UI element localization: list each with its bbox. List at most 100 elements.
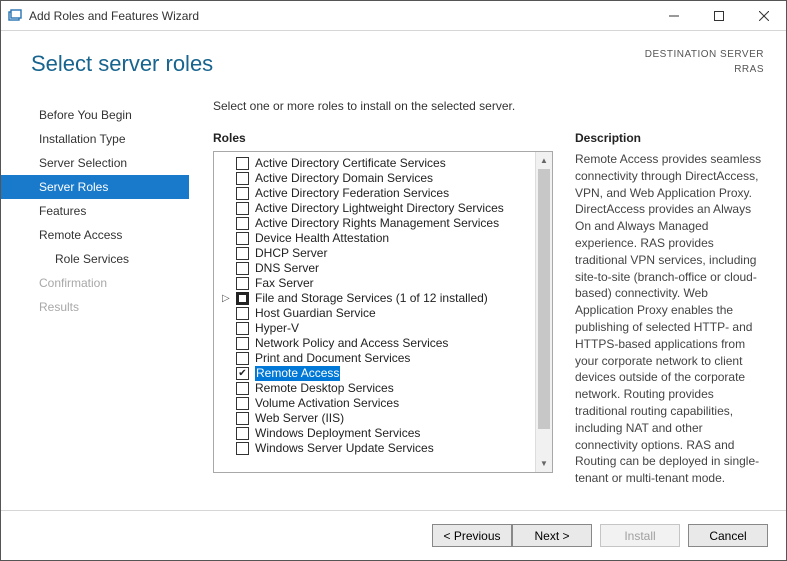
role-checkbox[interactable] bbox=[236, 217, 249, 230]
role-checkbox[interactable] bbox=[236, 262, 249, 275]
maximize-button[interactable] bbox=[696, 1, 741, 30]
role-label: Active Directory Certificate Services bbox=[255, 156, 446, 171]
nav-item: Confirmation bbox=[1, 271, 189, 295]
scrollbar[interactable]: ▲ ▼ bbox=[535, 152, 552, 472]
role-label: Windows Server Update Services bbox=[255, 441, 434, 456]
scroll-down-button[interactable]: ▼ bbox=[536, 455, 552, 472]
nav-item[interactable]: Features bbox=[1, 199, 189, 223]
role-checkbox[interactable] bbox=[236, 172, 249, 185]
role-checkbox[interactable] bbox=[236, 202, 249, 215]
role-checkbox[interactable] bbox=[236, 442, 249, 455]
roles-column: Roles Active Directory Certificate Servi… bbox=[213, 131, 553, 510]
description-column: Description Remote Access provides seaml… bbox=[575, 131, 766, 510]
role-row[interactable]: Volume Activation Services bbox=[214, 396, 535, 411]
role-checkbox[interactable] bbox=[236, 187, 249, 200]
nav-item[interactable]: Role Services bbox=[1, 247, 189, 271]
nav-item[interactable]: Remote Access bbox=[1, 223, 189, 247]
role-row[interactable]: Active Directory Lightweight Directory S… bbox=[214, 201, 535, 216]
role-row[interactable]: Print and Document Services bbox=[214, 351, 535, 366]
role-label: Active Directory Rights Management Servi… bbox=[255, 216, 499, 231]
role-label: Active Directory Domain Services bbox=[255, 171, 433, 186]
role-label: Fax Server bbox=[255, 276, 314, 291]
nav-item: Results bbox=[1, 295, 189, 319]
role-row[interactable]: Active Directory Domain Services bbox=[214, 171, 535, 186]
close-button[interactable] bbox=[741, 1, 786, 30]
role-label: Host Guardian Service bbox=[255, 306, 376, 321]
role-row[interactable]: Host Guardian Service bbox=[214, 306, 535, 321]
role-row[interactable]: Web Server (IIS) bbox=[214, 411, 535, 426]
description-label: Description bbox=[575, 131, 766, 145]
instruction-text: Select one or more roles to install on t… bbox=[213, 99, 766, 113]
role-checkbox[interactable] bbox=[236, 157, 249, 170]
window-title: Add Roles and Features Wizard bbox=[29, 9, 199, 23]
roles-label: Roles bbox=[213, 131, 553, 145]
role-row[interactable]: Windows Server Update Services bbox=[214, 441, 535, 456]
role-row[interactable]: Remote Access bbox=[214, 366, 535, 381]
nav-item[interactable]: Server Selection bbox=[1, 151, 189, 175]
role-checkbox[interactable] bbox=[236, 277, 249, 290]
scroll-track[interactable] bbox=[536, 169, 552, 455]
role-label: File and Storage Services (1 of 12 insta… bbox=[255, 291, 488, 306]
role-checkbox[interactable] bbox=[236, 367, 249, 380]
role-label: Windows Deployment Services bbox=[255, 426, 420, 441]
wizard-header: Select server roles DESTINATION SERVER R… bbox=[1, 31, 786, 97]
role-checkbox[interactable] bbox=[236, 337, 249, 350]
scroll-thumb[interactable] bbox=[538, 169, 550, 429]
role-checkbox[interactable] bbox=[236, 382, 249, 395]
nav-item[interactable]: Before You Begin bbox=[1, 103, 189, 127]
nav-item[interactable]: Installation Type bbox=[1, 127, 189, 151]
role-row[interactable]: DNS Server bbox=[214, 261, 535, 276]
role-label: DNS Server bbox=[255, 261, 319, 276]
role-label: Active Directory Lightweight Directory S… bbox=[255, 201, 504, 216]
role-checkbox[interactable] bbox=[236, 412, 249, 425]
wizard-content: Before You BeginInstallation TypeServer … bbox=[1, 97, 786, 510]
role-row[interactable]: Remote Desktop Services bbox=[214, 381, 535, 396]
wizard-footer: < Previous Next > Install Cancel bbox=[1, 510, 786, 560]
role-label: Remote Desktop Services bbox=[255, 381, 394, 396]
role-row[interactable]: Device Health Attestation bbox=[214, 231, 535, 246]
role-label: Volume Activation Services bbox=[255, 396, 399, 411]
role-checkbox[interactable] bbox=[236, 427, 249, 440]
page-title: Select server roles bbox=[31, 51, 213, 77]
title-bar: Add Roles and Features Wizard bbox=[1, 1, 786, 31]
cancel-button[interactable]: Cancel bbox=[688, 524, 768, 547]
role-row[interactable]: Fax Server bbox=[214, 276, 535, 291]
role-label: Network Policy and Access Services bbox=[255, 336, 448, 351]
role-row[interactable]: Active Directory Federation Services bbox=[214, 186, 535, 201]
description-text: Remote Access provides seamless connecti… bbox=[575, 151, 766, 487]
previous-button[interactable]: < Previous bbox=[432, 524, 512, 547]
role-checkbox[interactable] bbox=[236, 292, 249, 305]
role-row[interactable]: DHCP Server bbox=[214, 246, 535, 261]
role-row[interactable]: Windows Deployment Services bbox=[214, 426, 535, 441]
role-checkbox[interactable] bbox=[236, 397, 249, 410]
nav-item[interactable]: Server Roles bbox=[1, 175, 189, 199]
role-checkbox[interactable] bbox=[236, 352, 249, 365]
wizard-nav: Before You BeginInstallation TypeServer … bbox=[1, 97, 189, 510]
role-row[interactable]: ▷ File and Storage Services (1 of 12 inst… bbox=[214, 291, 535, 306]
role-label: Hyper-V bbox=[255, 321, 299, 336]
role-label: Device Health Attestation bbox=[255, 231, 389, 246]
role-label: Active Directory Federation Services bbox=[255, 186, 449, 201]
role-label: Remote Access bbox=[255, 366, 340, 381]
role-label: Print and Document Services bbox=[255, 351, 410, 366]
next-button[interactable]: Next > bbox=[512, 524, 592, 547]
role-label: Web Server (IIS) bbox=[255, 411, 344, 426]
app-icon bbox=[7, 8, 23, 24]
role-row[interactable]: Hyper-V bbox=[214, 321, 535, 336]
window-controls bbox=[651, 1, 786, 30]
scroll-up-button[interactable]: ▲ bbox=[536, 152, 552, 169]
destination-server-label: DESTINATION SERVER bbox=[645, 47, 764, 62]
role-row[interactable]: Active Directory Certificate Services bbox=[214, 156, 535, 171]
role-checkbox[interactable] bbox=[236, 307, 249, 320]
roles-listbox: Active Directory Certificate ServicesAct… bbox=[213, 151, 553, 473]
role-checkbox[interactable] bbox=[236, 322, 249, 335]
role-checkbox[interactable] bbox=[236, 232, 249, 245]
expand-icon[interactable]: ▷ bbox=[222, 291, 230, 306]
minimize-button[interactable] bbox=[651, 1, 696, 30]
destination-server-value: RRAS bbox=[645, 62, 764, 77]
role-row[interactable]: Network Policy and Access Services bbox=[214, 336, 535, 351]
role-row[interactable]: Active Directory Rights Management Servi… bbox=[214, 216, 535, 231]
role-checkbox[interactable] bbox=[236, 247, 249, 260]
roles-list[interactable]: Active Directory Certificate ServicesAct… bbox=[214, 152, 535, 472]
wizard-main: Select one or more roles to install on t… bbox=[189, 97, 766, 510]
